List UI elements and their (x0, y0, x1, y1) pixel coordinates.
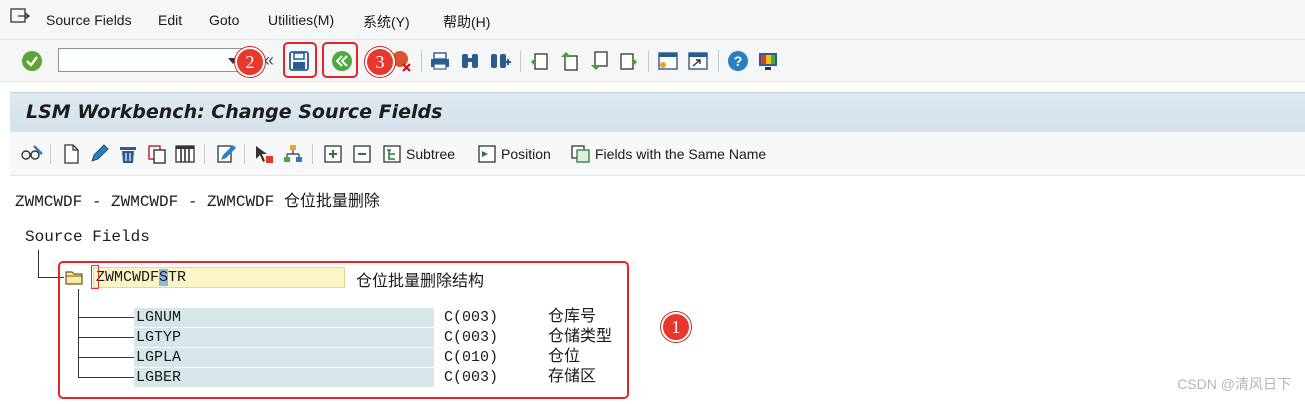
help-button[interactable]: ? (726, 49, 750, 73)
find-button[interactable] (458, 49, 482, 73)
position-label: Position (501, 146, 551, 162)
menu-help[interactable]: 帮助(H) (443, 12, 490, 32)
columns-button[interactable] (174, 142, 196, 166)
next-page-button[interactable] (588, 49, 612, 73)
next-page-icon (591, 51, 608, 70)
binoculars-icon (462, 54, 478, 68)
tree-connector (38, 250, 39, 277)
columns-icon (175, 145, 195, 163)
menu-edit[interactable]: Edit (158, 12, 182, 28)
standard-toolbar: « ? 2 3 (0, 40, 1305, 82)
check-icon (22, 51, 42, 71)
title-bar: LSM Workbench: Change Source Fields (10, 92, 1305, 132)
create-button[interactable] (60, 142, 82, 166)
edit-list-icon (217, 145, 236, 163)
menu-exit-icon[interactable] (10, 8, 30, 26)
callout-3: 3 (365, 47, 395, 77)
same-name-icon (571, 145, 590, 163)
svg-text:?: ? (734, 53, 743, 69)
delete-button[interactable] (117, 142, 139, 166)
glasses-pencil-icon (21, 145, 43, 160)
copy-icon (148, 145, 166, 164)
application-toolbar: Subtree Position Fields with the Same Na… (10, 132, 1305, 176)
callout-1: 1 (661, 312, 691, 342)
copy-button[interactable] (146, 142, 168, 166)
pencil-icon (91, 144, 109, 162)
display-change-button[interactable] (20, 142, 44, 166)
help-icon: ? (728, 51, 748, 71)
hierarchy-button[interactable] (282, 142, 304, 166)
last-page-icon (620, 53, 637, 70)
callout-2: 2 (235, 47, 265, 77)
last-page-button[interactable] (616, 49, 640, 73)
same-name-label: Fields with the Same Name (595, 146, 767, 162)
print-icon (431, 52, 449, 70)
expand-icon (324, 145, 342, 163)
hierarchy-icon (284, 145, 302, 162)
shortcut-icon (688, 52, 708, 70)
cursor-select-icon (256, 146, 273, 163)
subtree-button[interactable]: Subtree (381, 142, 455, 166)
previous-page-button[interactable] (558, 49, 582, 73)
binoculars-plus-icon (491, 54, 511, 68)
save-highlight (283, 42, 317, 78)
collapse-subtree-button[interactable] (351, 142, 373, 166)
edit-button[interactable] (88, 142, 110, 166)
menu-source-fields[interactable]: Source Fields (46, 12, 132, 28)
new-document-icon (64, 144, 79, 164)
monitor-icon (759, 53, 777, 70)
customize-layout-button[interactable] (756, 49, 780, 73)
print-button[interactable] (428, 49, 452, 73)
subtree-icon (383, 145, 401, 163)
first-page-icon (531, 53, 548, 70)
first-page-button[interactable] (528, 49, 552, 73)
same-name-fields-button[interactable]: Fields with the Same Name (570, 142, 766, 166)
new-session-icon (658, 52, 678, 70)
watermark: CSDN @清风日下 (1177, 376, 1291, 392)
edit-list-button[interactable] (215, 142, 237, 166)
tree-root-label: Source Fields (25, 228, 150, 246)
back-highlight (322, 42, 358, 78)
page-title: LSM Workbench: Change Source Fields (26, 101, 443, 123)
previous-page-icon (561, 52, 578, 71)
menu-bar: Source Fields Edit Goto Utilities(M) 系统(… (0, 0, 1305, 40)
select-button[interactable] (253, 142, 275, 166)
command-field[interactable] (58, 48, 244, 72)
cursor-highlight (91, 265, 99, 289)
find-next-button[interactable] (488, 49, 512, 73)
structure-highlight (58, 261, 629, 399)
collapse-icon (353, 145, 371, 163)
collapse-command-icon[interactable]: « (264, 50, 274, 71)
position-icon (478, 145, 496, 163)
expand-subtree-button[interactable] (322, 142, 344, 166)
new-session-button[interactable] (656, 49, 680, 73)
menu-utilities[interactable]: Utilities(M) (268, 12, 334, 28)
menu-system[interactable]: 系统(Y) (363, 12, 410, 32)
position-button[interactable]: Position (476, 142, 551, 166)
menu-goto[interactable]: Goto (209, 12, 239, 28)
subtree-label: Subtree (406, 146, 456, 162)
enter-button[interactable] (20, 49, 44, 73)
trash-icon (120, 147, 136, 163)
object-header: ZWMCWDF - ZWMCWDF - ZWMCWDF 仓位批量删除 (15, 193, 380, 211)
shortcut-button[interactable] (686, 49, 710, 73)
